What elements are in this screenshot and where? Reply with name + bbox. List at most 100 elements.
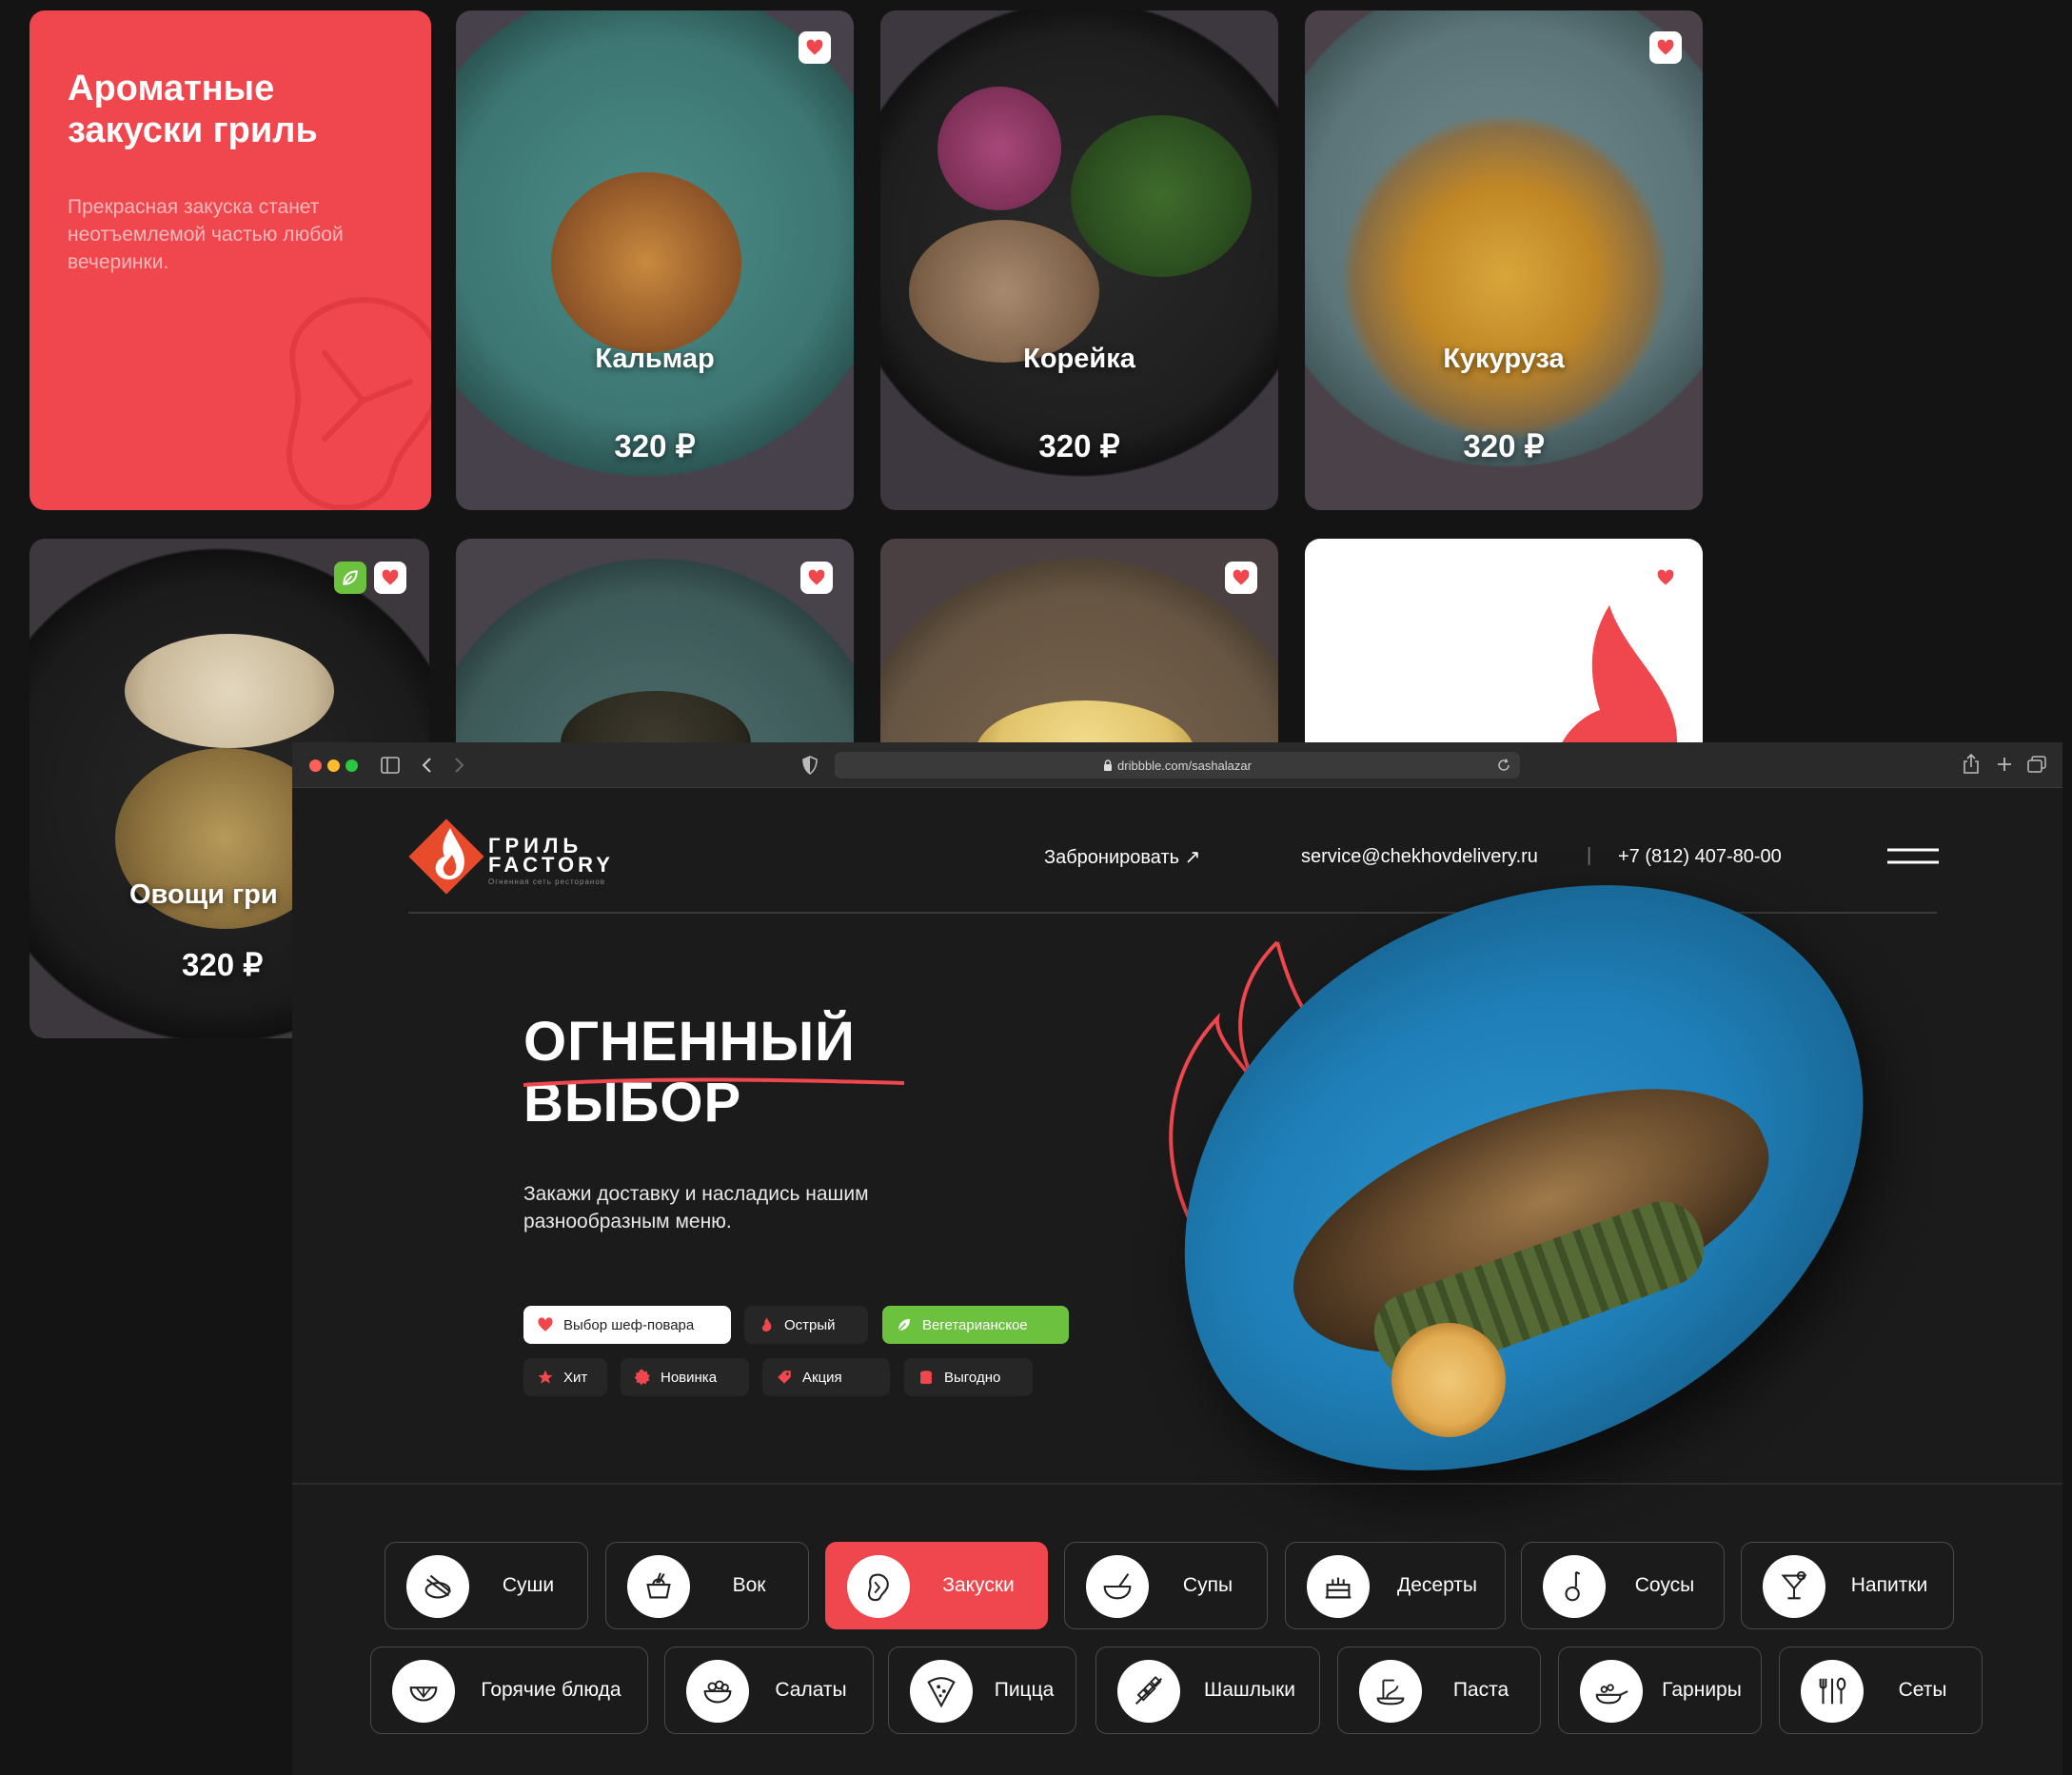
cake-icon	[1325, 1577, 1352, 1599]
category-icon-circle	[1359, 1660, 1422, 1723]
address-bar[interactable]: dribbble.com/sashalazar	[835, 752, 1520, 779]
share-icon[interactable]	[1963, 754, 1980, 775]
hero-title: ОГНЕННЫЙ ВЫБОР	[523, 1011, 856, 1134]
browser-toolbar: dribbble.com/sashalazar	[292, 742, 2062, 788]
category-pasta[interactable]: Паста	[1337, 1647, 1541, 1734]
hero-subtitle: Закажи доставку и насладись нашим разноо…	[523, 1183, 869, 1233]
favorite-button[interactable]	[1649, 31, 1682, 64]
salad-icon	[703, 1680, 732, 1704]
tag-label: Выбор шеф-повара	[563, 1316, 695, 1333]
logo-flame-icon	[408, 818, 484, 895]
tag-label: Вегетарианское	[922, 1316, 1028, 1333]
side-dish-icon	[1595, 1684, 1628, 1705]
wok-icon	[646, 1572, 671, 1599]
category-drinks[interactable]: Напитки	[1741, 1542, 1954, 1629]
dish-salad-image	[1071, 115, 1252, 277]
reload-icon[interactable]	[1497, 759, 1510, 772]
category-icon-circle	[910, 1660, 973, 1723]
pizza-icon	[927, 1677, 956, 1708]
category-label: Десерты	[1396, 1574, 1477, 1596]
hot-dish-icon	[409, 1686, 438, 1702]
tag-vegetarian[interactable]: Вегетарианское	[882, 1306, 1069, 1344]
sale-tag-icon	[778, 1371, 791, 1384]
category-hot-dishes[interactable]: Горячие блюда	[370, 1647, 648, 1734]
email-link[interactable]: service@chekhovdelivery.ru	[1301, 846, 1538, 868]
logo-tagline: Огненная сеть ресторанов	[488, 878, 606, 886]
menu-button[interactable]	[1887, 847, 1939, 866]
category-sides[interactable]: Гарниры	[1558, 1647, 1762, 1734]
category-desserts[interactable]: Десерты	[1285, 1542, 1506, 1629]
category-label: Шашлыки	[1203, 1679, 1296, 1701]
promo-card: Ароматные закуски гриль Прекрасная закуск…	[30, 10, 431, 510]
phone-link[interactable]: +7 (812) 407-80-00	[1618, 846, 1782, 868]
dish-name: Корейка	[1023, 344, 1135, 374]
close-window-button[interactable]	[309, 759, 322, 772]
category-wok[interactable]: Вок	[605, 1542, 809, 1629]
pasta-icon	[1376, 1679, 1405, 1706]
category-label: Вок	[732, 1574, 766, 1596]
category-label: Соусы	[1634, 1574, 1695, 1596]
dish-name: Кальмар	[595, 344, 715, 374]
category-icon-circle	[627, 1555, 690, 1618]
tag-sale[interactable]: Акция	[762, 1358, 890, 1396]
privacy-shield-icon[interactable]	[802, 756, 818, 775]
hero-lemon-image	[1391, 1323, 1506, 1437]
dish-slaw-image	[937, 87, 1061, 210]
tag-label: Острый	[784, 1316, 836, 1333]
category-sets[interactable]: Сеты	[1779, 1647, 1983, 1734]
star-icon	[538, 1370, 553, 1384]
favorite-button[interactable]	[800, 562, 833, 594]
category-icon-circle	[1801, 1660, 1864, 1723]
book-table-link[interactable]: Забронировать ↗	[1044, 845, 1200, 869]
site-logo[interactable]: ГРИЛЬ FACTORY Огненная сеть ресторанов	[408, 817, 627, 902]
category-soups[interactable]: Супы	[1064, 1542, 1268, 1629]
leaf-icon	[343, 570, 358, 585]
tag-chef-choice[interactable]: Выбор шеф-повара	[523, 1306, 731, 1344]
tag-label: Хит	[563, 1369, 588, 1386]
forward-icon[interactable]	[454, 757, 465, 774]
new-tab-icon[interactable]	[1997, 757, 2012, 772]
category-snacks[interactable]: Закуски	[825, 1542, 1048, 1629]
category-shashlik[interactable]: Шашлыки	[1095, 1647, 1320, 1734]
category-label: Сеты	[1898, 1679, 1947, 1701]
dish-food-image	[909, 220, 1099, 363]
heart-icon	[806, 39, 823, 55]
url-text: dribbble.com/sashalazar	[1117, 758, 1252, 773]
category-label: Пицца	[994, 1679, 1055, 1701]
logo-text-bottom: FACTORY	[488, 853, 614, 877]
back-icon[interactable]	[421, 757, 432, 774]
tag-new[interactable]: Новинка	[621, 1358, 749, 1396]
sauce-icon	[1565, 1570, 1581, 1602]
category-label: Супы	[1182, 1574, 1233, 1596]
tag-label: Акция	[802, 1369, 842, 1386]
favorite-button[interactable]	[1649, 562, 1682, 594]
category-label: Напитки	[1850, 1574, 1928, 1596]
tab-overview-icon[interactable]	[2027, 756, 2046, 773]
favorite-button[interactable]	[374, 562, 406, 594]
favorite-button[interactable]	[799, 31, 831, 64]
minimize-window-button[interactable]	[327, 759, 340, 772]
category-label: Закуски	[942, 1574, 1015, 1596]
sidebar-toggle-icon[interactable]	[381, 757, 400, 774]
header-divider: |	[1587, 845, 1592, 866]
dish-card[interactable]: Кальмар 320 ₽	[456, 10, 854, 510]
category-icon-circle	[1763, 1555, 1825, 1618]
tag-spicy[interactable]: Острый	[744, 1306, 868, 1344]
category-label: Горячие блюда	[481, 1679, 622, 1701]
heart-icon	[1233, 569, 1250, 585]
dish-card[interactable]: Корейка 320 ₽	[880, 10, 1278, 510]
maximize-window-button[interactable]	[345, 759, 358, 772]
favorite-button[interactable]	[1225, 562, 1257, 594]
category-sauces[interactable]: Соусы	[1521, 1542, 1725, 1629]
category-label: Гарниры	[1662, 1679, 1742, 1701]
title-underline-decoration	[523, 1077, 904, 1087]
tag-profitable[interactable]: Выгодно	[904, 1358, 1033, 1396]
category-pizza[interactable]: Пицца	[888, 1647, 1076, 1734]
category-sushi[interactable]: Суши	[385, 1542, 588, 1629]
promo-title: Ароматные закуски гриль	[68, 69, 318, 150]
tag-hit[interactable]: Хит	[523, 1358, 607, 1396]
category-label: Суши	[502, 1574, 555, 1596]
heart-icon	[382, 569, 399, 585]
category-salads[interactable]: Салаты	[664, 1647, 874, 1734]
dish-card[interactable]: Кукуруза 320 ₽	[1305, 10, 1703, 510]
